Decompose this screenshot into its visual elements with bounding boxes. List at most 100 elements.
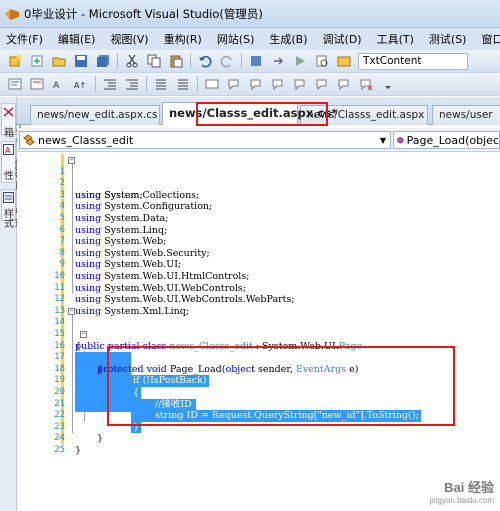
code-line-1: 1 − using System; <box>17 155 500 167</box>
menu-build[interactable]: 生成(B) <box>269 31 307 47</box>
menu-tools[interactable]: 工具(T) <box>377 31 414 47</box>
watermark-logo: Bai 经验 <box>430 477 494 496</box>
toolbar-options-icon[interactable] <box>380 76 396 92</box>
redo-icon[interactable] <box>219 53 235 69</box>
tab-label: news/new_edit.aspx.cs <box>37 109 158 121</box>
code-line-14: 14 − public partial class news_Classs_ed… <box>17 306 500 318</box>
toolbar-separator <box>117 53 118 69</box>
bookmark-icon[interactable] <box>204 76 220 92</box>
svg-text:A↑: A↑ <box>74 81 86 90</box>
open-file-icon[interactable] <box>51 53 67 69</box>
watermark-url: jingyan.baidu.com <box>430 496 494 505</box>
decrease-indent-icon[interactable] <box>102 76 118 92</box>
new-project-icon[interactable] <box>7 53 23 69</box>
next-bookmark-icon[interactable] <box>248 76 264 92</box>
manage-styles-tab[interactable]: 管理样式 <box>1 189 16 221</box>
left-tool-window-bar: 工具箱 A CSS 属性 管理样式 <box>0 97 17 511</box>
uncomment-lines-icon[interactable] <box>175 76 191 92</box>
previous-bookmark-icon[interactable] <box>226 76 242 92</box>
comment-lines-icon[interactable] <box>153 76 169 92</box>
menu-file[interactable]: 文件(F) <box>6 31 43 47</box>
code-line-24: 24 } <box>17 422 500 434</box>
member-dropdown-value: Page_Load(objec <box>407 134 499 147</box>
toolbar-separator <box>241 53 242 69</box>
class-dropdown[interactable]: news_Classs_edit ▼ <box>19 131 391 149</box>
menu-window[interactable]: 窗口(W) <box>481 31 500 47</box>
save-all-icon[interactable] <box>95 53 111 69</box>
menu-website[interactable]: 网站(S) <box>217 31 255 47</box>
tab-label: news/Classs_edit.aspx.cs* <box>169 106 337 120</box>
visual-studio-icon <box>4 6 20 22</box>
quick-info-icon[interactable]: A <box>51 76 67 92</box>
code-line-6: 6 using System.Web; <box>17 213 500 225</box>
code-line-17: 17 { <box>17 341 500 353</box>
code-line-15: 15 { <box>17 317 500 329</box>
watermark: Bai 经验 jingyan.baidu.com <box>430 477 494 505</box>
find-in-files-icon[interactable] <box>314 53 330 69</box>
chevron-down-icon: ▼ <box>380 136 386 145</box>
menu-edit[interactable]: 编辑(E) <box>58 31 96 47</box>
code-line-4: 4 using System.Data; <box>17 190 500 202</box>
tab-news-user[interactable]: news/user <box>432 105 500 125</box>
menu-debug[interactable]: 调试(D) <box>323 31 362 47</box>
code-line-11: 11 using System.Web.UI.WebControls.WebPa… <box>17 271 500 283</box>
standard-toolbar: TxtContent <box>0 50 500 73</box>
svg-text:A: A <box>5 146 11 155</box>
display-object-member-list-icon[interactable] <box>7 76 23 92</box>
collapse-icon[interactable]: − <box>68 157 75 164</box>
menu-view[interactable]: 视图(V) <box>110 31 148 47</box>
next-bookmark-in-document-icon[interactable] <box>336 76 352 92</box>
paste-icon[interactable] <box>168 53 184 69</box>
code-line-13: 13 <box>17 294 500 306</box>
code-editor[interactable]: 1 − using System; 2 using System.Collect… <box>17 152 500 511</box>
display-parameter-info-icon[interactable] <box>29 76 45 92</box>
toolbox-tab[interactable]: 工具箱 <box>1 103 16 135</box>
next-bookmark-in-folder-icon[interactable] <box>292 76 308 92</box>
menu-test[interactable]: 测试(S) <box>429 31 467 47</box>
code-line-9: 9 using System.Web.UI.HtmlControls; <box>17 248 500 260</box>
code-line-21: 21 string ID = Request.QueryString["new_… <box>17 387 500 399</box>
text-editor-toolbar: A A↑ <box>0 73 500 96</box>
code-line-10: 10 using System.Web.UI.WebControls; <box>17 259 500 271</box>
navigate-forward-icon[interactable] <box>270 53 286 69</box>
increase-indent-icon[interactable] <box>124 76 140 92</box>
cut-icon[interactable] <box>124 53 140 69</box>
line-number: 25 <box>49 445 65 457</box>
code-line-2: 2 using System.Collections; <box>17 167 500 179</box>
member-dropdown[interactable]: Page_Load(objec <box>393 131 500 149</box>
copy-icon[interactable] <box>146 53 162 69</box>
clear-bookmarks-icon[interactable] <box>358 76 374 92</box>
undo-icon[interactable] <box>197 53 213 69</box>
tab-new-edit-cs[interactable]: news/new_edit.aspx.cs <box>30 105 160 125</box>
collapse-icon[interactable]: − <box>68 308 75 315</box>
code-line-12: 12 using System.Xml.Linq; <box>17 283 500 295</box>
add-item-icon[interactable] <box>29 53 45 69</box>
previous-bookmark-in-document-icon[interactable] <box>314 76 330 92</box>
css-properties-icon: A <box>3 144 14 155</box>
tab-classs-edit-cs[interactable]: news/Classs_edit.aspx.cs* <box>162 102 298 125</box>
tab-label: news/user <box>439 109 493 121</box>
code-line-5: 5 using System.Linq; <box>17 201 500 213</box>
menu-bar: 文件(F) 编辑(E) 视图(V) 重构(R) 网站(S) 生成(B) 调试(D… <box>0 28 500 50</box>
find-combo[interactable]: TxtContent <box>358 53 468 70</box>
toolbar-separator <box>190 53 191 69</box>
navigation-bar: news_Classs_edit ▼ Page_Load(objec <box>17 128 500 152</box>
code-line-20: 20 //接收ID <box>17 375 500 387</box>
method-icon <box>397 134 404 146</box>
css-properties-tab[interactable]: A CSS 属性 <box>1 141 16 183</box>
previous-bookmark-in-folder-icon[interactable] <box>270 76 286 92</box>
code-line-7: 7 using System.Web.Security; <box>17 225 500 237</box>
window-title: 0毕业设计 - Microsoft Visual Studio(管理员) <box>24 6 263 22</box>
save-icon[interactable] <box>73 53 89 69</box>
menu-refactor[interactable]: 重构(R) <box>164 31 202 47</box>
start-debugging-icon[interactable] <box>292 53 308 69</box>
collapse-icon[interactable]: − <box>80 331 87 338</box>
find-icon[interactable] <box>336 53 352 69</box>
code-line-19: 19 { <box>17 364 500 376</box>
document-tab-strip: news/new_edit.aspx.cs news/Classs_edit.a… <box>17 97 500 125</box>
navigate-backward-icon[interactable] <box>248 53 264 69</box>
code-line-8: 8 using System.Web.UI; <box>17 236 500 248</box>
code-line-22: 22 } <box>17 399 500 411</box>
word-completion-icon[interactable]: A↑ <box>73 76 89 92</box>
code-text: } <box>75 445 81 456</box>
